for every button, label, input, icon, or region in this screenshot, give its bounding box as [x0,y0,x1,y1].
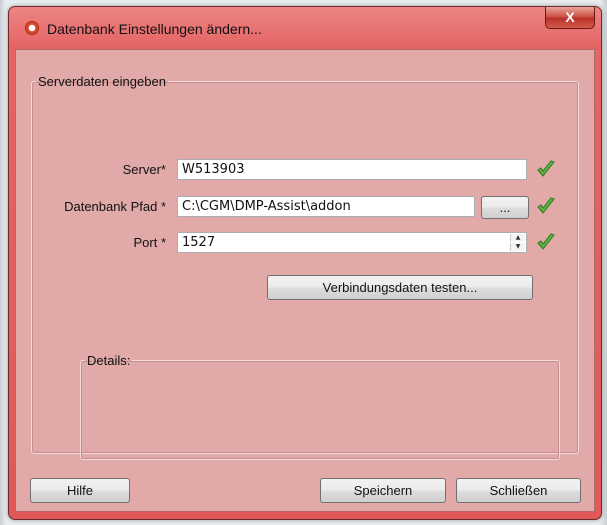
spin-up-icon[interactable]: ▲ [510,234,525,242]
details-group: Details: [80,353,560,460]
server-label: Server* [122,162,166,177]
server-check-icon [537,160,555,177]
port-label: Port * [133,235,166,250]
spin-down-icon[interactable]: ▼ [510,243,525,251]
server-data-group: Serverdaten eingeben Server* W513903 Dat… [31,74,579,460]
test-connection-button[interactable]: Verbindungsdaten testen... [267,275,533,300]
help-button[interactable]: Hilfe [30,478,130,503]
details-label: Details: [87,353,131,368]
browse-button[interactable]: ... [481,196,529,219]
dialog-window: Datenbank Einstellungen ändern... X Serv… [8,6,602,520]
server-data-group-label: Serverdaten eingeben [38,74,166,89]
save-button[interactable]: Speichern [320,478,446,503]
app-icon [25,21,39,35]
db-path-label: Datenbank Pfad * [64,199,166,214]
dialog-body: Serverdaten eingeben Server* W513903 Dat… [15,49,595,512]
db-path-check-icon [537,197,555,214]
db-path-input[interactable]: C:\CGM\DMP-Assist\addon [177,196,475,217]
close-button[interactable]: Schließen [456,478,581,503]
close-window-button[interactable]: X [545,7,595,29]
window-title: Datenbank Einstellungen ändern... [47,21,262,37]
port-input[interactable]: 1527 ▲ ▼ [177,232,527,253]
server-input[interactable]: W513903 [177,159,527,180]
port-value: 1527 [182,235,216,250]
title-bar[interactable]: Datenbank Einstellungen ändern... X [9,7,601,49]
port-check-icon [537,233,555,250]
